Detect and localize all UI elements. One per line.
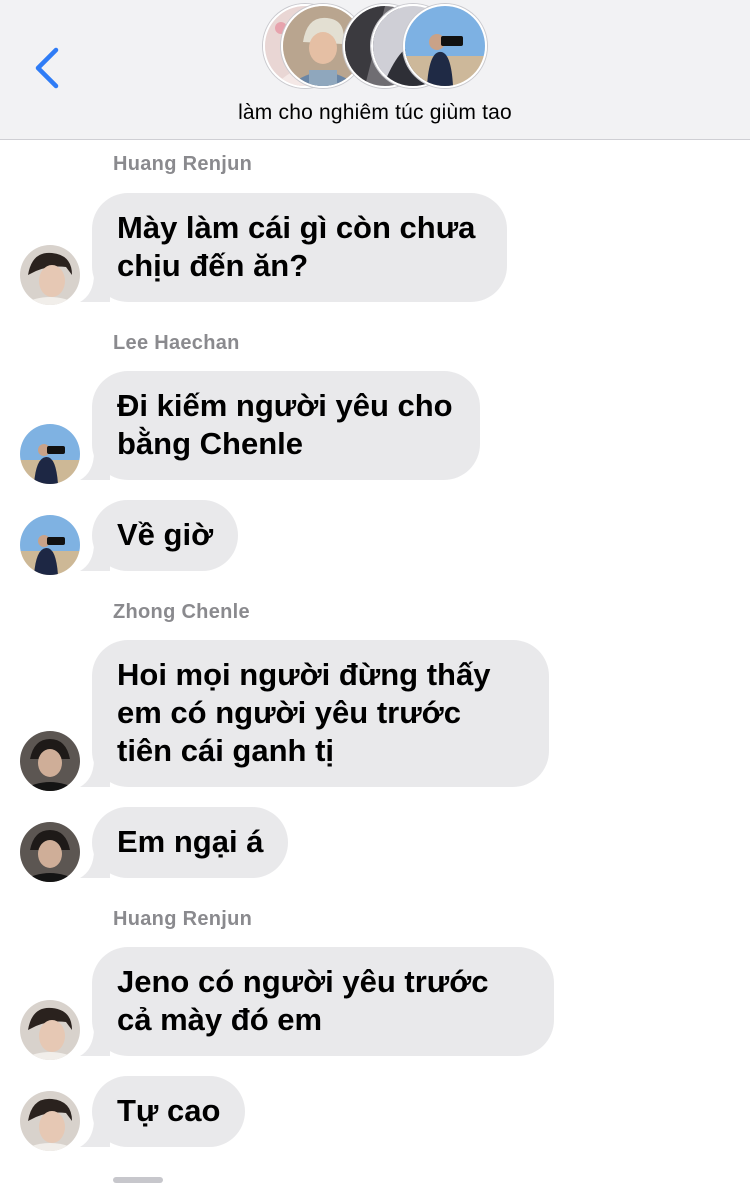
message-text: Em ngại á bbox=[117, 824, 264, 859]
avatar-haechan[interactable] bbox=[20, 515, 80, 575]
conversation-header: làm cho nghiêm túc giùm tao bbox=[0, 0, 750, 140]
group-title[interactable]: làm cho nghiêm túc giùm tao bbox=[0, 101, 750, 125]
bubble-tail bbox=[80, 274, 110, 302]
avatar-chenle[interactable] bbox=[20, 731, 80, 791]
sender-name: Lee Haechan bbox=[113, 332, 240, 354]
avatar-renjun[interactable] bbox=[20, 1091, 80, 1151]
message-bubble[interactable]: Đi kiếm người yêu cho bằng Chenle bbox=[80, 371, 480, 480]
message-bubble[interactable]: Hoi mọi người đừng thấy em có người yêu … bbox=[80, 640, 549, 787]
avatar-renjun[interactable] bbox=[20, 245, 80, 305]
chevron-left-icon bbox=[35, 47, 59, 89]
group-avatar-stack[interactable] bbox=[263, 4, 493, 90]
back-button[interactable] bbox=[28, 44, 68, 92]
avatar-renjun[interactable] bbox=[20, 1000, 80, 1060]
message-text: Đi kiếm người yêu cho bằng Chenle bbox=[117, 388, 453, 461]
bubble-tail bbox=[80, 452, 110, 480]
message-text: Tự cao bbox=[117, 1093, 221, 1128]
bubble-tail bbox=[80, 850, 110, 878]
message-text: Jeno có người yêu trước cả mày đó em bbox=[117, 964, 489, 1037]
sender-name: Huang Renjun bbox=[113, 908, 253, 930]
bubble-tail bbox=[80, 1028, 110, 1056]
sender-name: Huang Renjun bbox=[113, 153, 253, 175]
sender-name: Zhong Chenle bbox=[113, 601, 250, 623]
message-bubble[interactable]: Em ngại á bbox=[80, 807, 289, 878]
group-avatar-5 bbox=[403, 4, 487, 88]
message-text: Về giờ bbox=[117, 517, 214, 552]
bubble-tail bbox=[80, 1119, 110, 1147]
message-bubble[interactable]: Jeno có người yêu trước cả mày đó em bbox=[80, 947, 554, 1056]
message-bubble[interactable]: Tự cao bbox=[80, 1076, 246, 1147]
avatar-haechan[interactable] bbox=[20, 424, 80, 484]
avatar-chenle[interactable] bbox=[20, 822, 80, 882]
message-text: Mày làm cái gì còn chưa chịu đến ăn? bbox=[117, 210, 476, 283]
bubble-tail bbox=[80, 759, 110, 787]
message-bubble[interactable]: Mày làm cái gì còn chưa chịu đến ăn? bbox=[80, 193, 507, 302]
message-text: Hoi mọi người đừng thấy em có người yêu … bbox=[117, 657, 491, 768]
bubble-tail bbox=[80, 543, 110, 571]
partial-next-sender bbox=[113, 1170, 173, 1183]
message-bubble[interactable]: Về giờ bbox=[80, 500, 239, 571]
